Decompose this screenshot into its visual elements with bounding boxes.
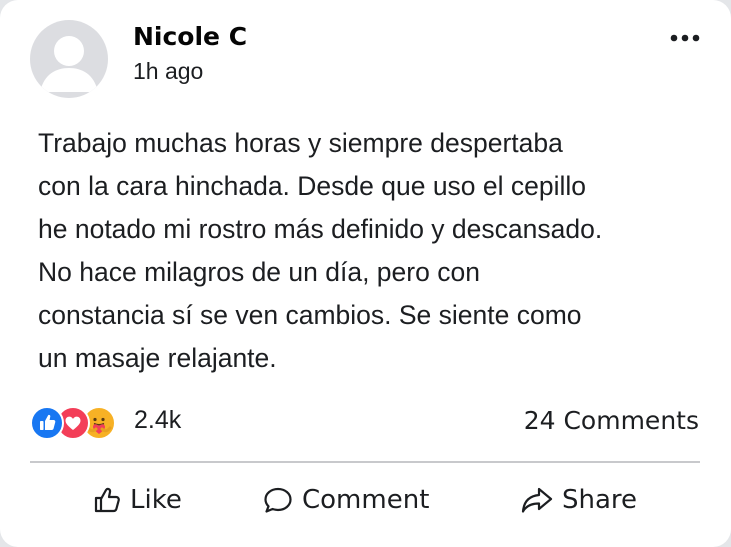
ellipsis-icon: [670, 34, 700, 42]
post-timestamp[interactable]: 1h ago: [133, 58, 203, 85]
comment-label: Comment: [302, 485, 430, 515]
comment-button[interactable]: Comment: [262, 478, 429, 522]
author-name[interactable]: Nicole C: [133, 22, 247, 51]
post-card: Nicole C 1h ago Trabajo muchas horas y s…: [0, 0, 731, 547]
like-icon: [30, 406, 64, 440]
share-label: Share: [562, 485, 638, 515]
avatar[interactable]: [30, 20, 108, 98]
post-text: Trabajo muchas horas y siempre despertab…: [38, 128, 603, 373]
default-avatar-icon: [40, 36, 98, 92]
like-label: Like: [130, 485, 182, 515]
reaction-count[interactable]: 2.4k: [134, 406, 181, 435]
divider: [30, 461, 700, 463]
speech-bubble-icon: [264, 487, 292, 513]
share-arrow-icon: [521, 487, 553, 513]
like-button[interactable]: Like: [92, 478, 182, 522]
comments-count[interactable]: 24 Comments: [524, 406, 699, 435]
share-button[interactable]: Share: [520, 478, 637, 522]
more-options-button[interactable]: [660, 20, 710, 56]
reaction-icons[interactable]: [30, 405, 116, 441]
thumbs-up-icon: [94, 487, 120, 513]
